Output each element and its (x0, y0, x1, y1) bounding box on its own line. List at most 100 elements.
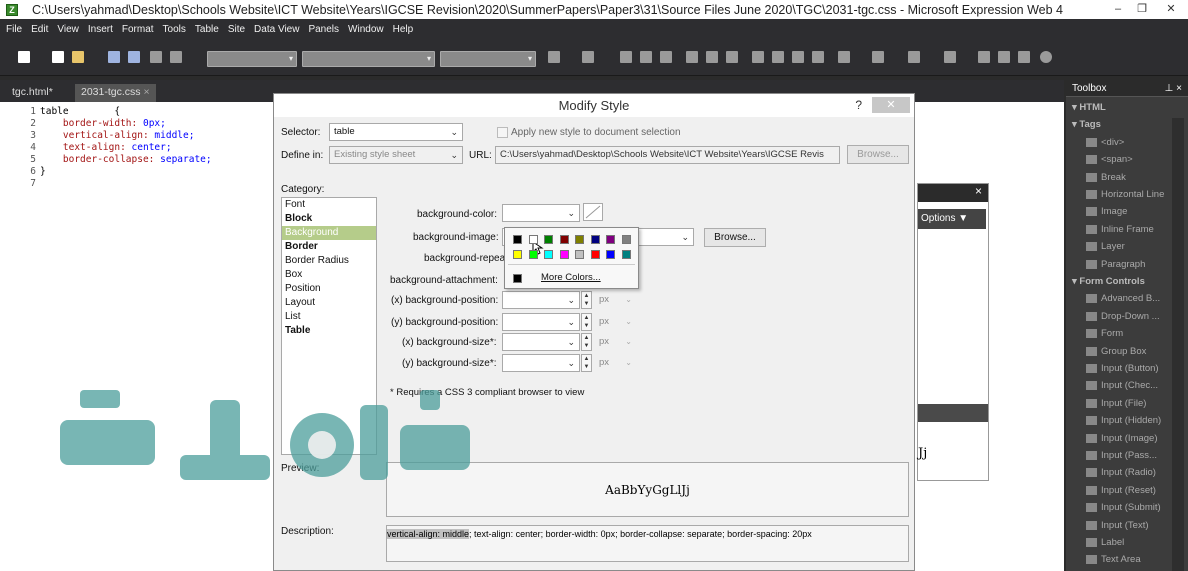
x-size-field[interactable]: ⌄ (502, 333, 580, 351)
toolbox-item[interactable]: Advanced B... (1086, 292, 1160, 306)
x-position-spinner[interactable]: ▲ ▼ (581, 291, 592, 309)
color-swatch[interactable] (528, 250, 538, 259)
color-swatch[interactable] (544, 250, 553, 259)
font-color-icon[interactable] (908, 51, 920, 63)
preview-icon[interactable] (170, 51, 182, 63)
menu-site[interactable]: Site (228, 24, 245, 35)
category-position[interactable]: Position (282, 282, 376, 296)
y-size-field[interactable]: ⌄ (502, 354, 580, 372)
toolbox-item[interactable]: <span> (1086, 153, 1133, 167)
open-icon[interactable] (72, 51, 84, 63)
url-field[interactable]: C:\Users\yahmad\Desktop\Schools Website\… (495, 146, 840, 164)
decrease-indent-icon[interactable] (792, 51, 804, 63)
color-swatch[interactable] (575, 235, 584, 244)
menu-table[interactable]: Table (195, 24, 219, 35)
toolbox-item[interactable]: Input (Chec... (1086, 379, 1158, 393)
bg-color-field[interactable]: ⌄ (502, 204, 580, 222)
toolbox-item[interactable]: Layer (1086, 240, 1125, 254)
browse-url-button[interactable]: Browse... (847, 145, 909, 164)
color-swatch[interactable] (513, 250, 522, 259)
toolbox-section[interactable]: ▾ Form Controls (1072, 275, 1145, 289)
menu-tools[interactable]: Tools (163, 24, 186, 35)
color-swatch[interactable] (544, 235, 553, 244)
font-size-select[interactable]: ▾ (440, 51, 536, 67)
color-swatch[interactable] (559, 235, 569, 244)
table-icon[interactable] (998, 51, 1010, 63)
x-position-field[interactable]: ⌄ (502, 291, 580, 309)
align-right-icon[interactable] (726, 51, 738, 63)
category-border[interactable]: Border (282, 240, 376, 254)
increase-indent-icon[interactable] (812, 51, 824, 63)
publish-icon[interactable] (150, 51, 162, 63)
y-position-spinner[interactable]: ▲ ▼ (581, 313, 592, 331)
layers-icon[interactable] (944, 51, 956, 63)
dialog-close-button[interactable]: ✕ (872, 97, 910, 113)
toolbox-item[interactable]: Label (1086, 536, 1124, 550)
help-icon[interactable]: ? (855, 94, 862, 117)
toolbox-item[interactable]: Paragraph (1086, 258, 1145, 272)
apply-new-checkbox[interactable] (497, 127, 508, 138)
toolbox-item[interactable]: Drop-Down ... (1086, 310, 1160, 324)
menu-window[interactable]: Window (348, 24, 384, 35)
redo-icon[interactable] (582, 51, 594, 63)
toolbox-section[interactable]: ▾ Tags (1072, 118, 1101, 132)
menu-view[interactable]: View (57, 24, 79, 35)
bullets-icon[interactable] (772, 51, 784, 63)
toolbox-item[interactable]: Horizontal Line (1086, 188, 1164, 202)
color-swatch[interactable] (590, 235, 600, 244)
color-swatch[interactable] (513, 235, 522, 244)
circle-icon[interactable] (1040, 51, 1052, 63)
new-page-icon[interactable] (18, 51, 30, 63)
toolbox-item[interactable]: Input (File) (1086, 397, 1146, 411)
toolbox-item[interactable]: Input (Submit) (1086, 501, 1161, 515)
menu-format[interactable]: Format (122, 24, 154, 35)
menu-data-view[interactable]: Data View (254, 24, 299, 35)
color-swatch[interactable] (621, 235, 631, 244)
toolbox-item[interactable]: Image (1086, 205, 1127, 219)
toolbox-scrollbar[interactable] (1172, 118, 1184, 571)
color-swatch[interactable] (528, 235, 538, 244)
align-center-icon[interactable] (706, 51, 718, 63)
borders-icon[interactable] (838, 51, 850, 63)
underline-icon[interactable] (660, 51, 672, 63)
color-swatch[interactable] (606, 250, 615, 259)
menu-insert[interactable]: Insert (88, 24, 113, 35)
style-select[interactable]: ▾ (207, 51, 297, 67)
x-size-spinner[interactable]: ▲ ▼ (581, 333, 592, 351)
toolbox-item[interactable]: Text Area (1086, 553, 1141, 567)
highlight-icon[interactable] (872, 51, 884, 63)
toolbox-item[interactable]: Input (Image) (1086, 432, 1158, 446)
color-swatch[interactable] (590, 250, 600, 259)
new-page-dropdown-icon[interactable] (52, 51, 64, 63)
align-left-icon[interactable] (686, 51, 698, 63)
y-position-unit[interactable]: px ⌄ (596, 313, 634, 331)
category-background[interactable]: Background (282, 226, 376, 240)
category-border-radius[interactable]: Border Radius (282, 254, 376, 268)
snippet-icon[interactable] (978, 51, 990, 63)
italic-icon[interactable] (640, 51, 652, 63)
save-icon[interactable] (108, 51, 120, 63)
selector-select[interactable]: table ⌄ (329, 123, 463, 141)
category-box[interactable]: Box (282, 268, 376, 282)
save-all-icon[interactable] (128, 51, 140, 63)
options-button[interactable]: Options ▼ (918, 209, 986, 229)
category-font[interactable]: Font (282, 198, 376, 212)
menu-edit[interactable]: Edit (31, 24, 48, 35)
y-position-field[interactable]: ⌄ (502, 313, 580, 331)
pin-close-icon[interactable]: ⊥ × (1165, 83, 1182, 94)
image-icon[interactable] (1018, 51, 1030, 63)
toolbox-item[interactable]: Form (1086, 327, 1123, 341)
define-in-select[interactable]: Existing style sheet ⌄ (329, 146, 463, 164)
tab-2031-tgc-css[interactable]: 2031-tgc.css × (75, 84, 156, 102)
more-colors-link[interactable]: More Colors... (541, 272, 601, 283)
toolbox-item[interactable]: Group Box (1086, 345, 1146, 359)
font-family-select[interactable]: ▾ (302, 51, 435, 67)
bold-icon[interactable] (620, 51, 632, 63)
restore-button[interactable]: ❐ (1130, 0, 1154, 19)
close-window-button[interactable]: ✕ (1154, 0, 1188, 19)
x-size-unit[interactable]: px ⌄ (596, 333, 634, 351)
category-list[interactable]: List (282, 310, 376, 324)
toolbox-item[interactable]: <div> (1086, 136, 1124, 150)
toolbox-item[interactable]: Input (Hidden) (1086, 414, 1161, 428)
menu-panels[interactable]: Panels (308, 24, 339, 35)
